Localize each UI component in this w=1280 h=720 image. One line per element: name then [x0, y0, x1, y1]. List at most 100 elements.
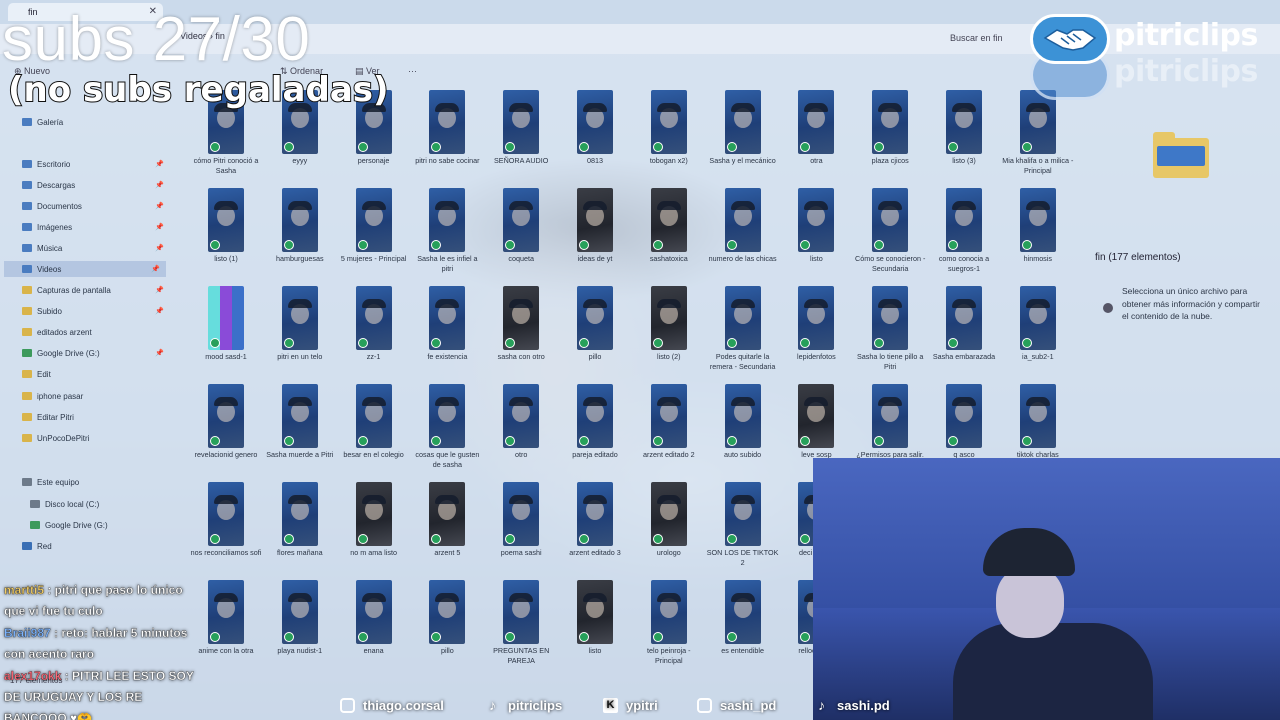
- file-item[interactable]: sashatoxica: [633, 188, 705, 284]
- file-item[interactable]: Sasha y el mecánico: [707, 90, 779, 186]
- file-name: urologo: [656, 548, 681, 557]
- file-item[interactable]: ideas de yt: [559, 188, 631, 284]
- file-item[interactable]: playa nudist-1: [264, 580, 336, 676]
- file-item[interactable]: auto subido: [707, 384, 779, 480]
- file-item[interactable]: plaza cjicos: [854, 90, 926, 186]
- file-name: arzent editado 3: [569, 548, 621, 557]
- file-item[interactable]: hamburguesas: [264, 188, 336, 284]
- sidebar-item[interactable]: Documentos 📌: [22, 198, 170, 214]
- file-item[interactable]: listo: [559, 580, 631, 676]
- file-name: pillo: [440, 646, 454, 655]
- sidebar-item-label: editados arzent: [37, 327, 92, 337]
- sidebar-item[interactable]: Música 📌: [22, 240, 170, 256]
- file-item[interactable]: no m ama listo: [338, 482, 410, 578]
- sidebar-item[interactable]: Descargas 📌: [22, 177, 170, 193]
- thumbnail-cap: [730, 103, 755, 112]
- file-item[interactable]: Sasha le es infiel a pitri: [411, 188, 483, 284]
- file-item[interactable]: fe existencia: [411, 286, 483, 382]
- search-input[interactable]: Buscar en fin: [950, 33, 1003, 43]
- file-item[interactable]: pareja editado: [559, 384, 631, 480]
- file-item[interactable]: arzent 5: [411, 482, 483, 578]
- file-item[interactable]: numero de las chicas: [707, 188, 779, 284]
- file-item[interactable]: cosas que le gusten de sasha: [411, 384, 483, 480]
- gallery-icon: [22, 118, 32, 126]
- file-item[interactable]: enana: [338, 580, 410, 676]
- sidebar-item[interactable]: editados arzent: [22, 324, 170, 340]
- file-item[interactable]: flores mañana: [264, 482, 336, 578]
- sidebar-item[interactable]: UnPocoDePitri: [22, 430, 170, 446]
- file-item[interactable]: pitri no sabe cocinar: [411, 90, 483, 186]
- file-name: ideas de yt: [577, 254, 613, 263]
- file-item[interactable]: listo (3): [928, 90, 1000, 186]
- file-item[interactable]: Sasha muerde a Pitri: [264, 384, 336, 480]
- file-item[interactable]: 0813: [559, 90, 631, 186]
- sidebar-item[interactable]: Google Drive (G:): [30, 517, 178, 533]
- sidebar-item[interactable]: iphone pasar: [22, 388, 170, 404]
- sidebar-item[interactable]: Imágenes 📌: [22, 219, 170, 235]
- file-item[interactable]: besar en el colegio: [338, 384, 410, 480]
- file-item[interactable]: PREGUNTAS EN PAREJA: [485, 580, 557, 676]
- file-item[interactable]: Mia khalifa o a milica - Principal: [1002, 90, 1074, 186]
- sidebar-item[interactable]: Este equipo: [22, 474, 170, 490]
- sidebar-item[interactable]: Videos 📌: [4, 261, 166, 277]
- file-item[interactable]: nos reconciliamos sofi: [190, 482, 262, 578]
- sidebar-item[interactable]: Edit: [22, 366, 170, 382]
- file-item[interactable]: pitri en un telo: [264, 286, 336, 382]
- file-item[interactable]: zz-1: [338, 286, 410, 382]
- file-item[interactable]: SEÑORA AUDIO: [485, 90, 557, 186]
- file-item[interactable]: arzent editado 3: [559, 482, 631, 578]
- file-item[interactable]: sasha con otro: [485, 286, 557, 382]
- sidebar-item[interactable]: Disco local (C:): [30, 496, 178, 512]
- file-item[interactable]: telo peinroja - Principal: [633, 580, 705, 676]
- sidebar-item[interactable]: Capturas de pantalla 📌: [22, 282, 170, 298]
- file-item[interactable]: arzent editado 2: [633, 384, 705, 480]
- file-item[interactable]: urologo: [633, 482, 705, 578]
- chat-username: Braii987: [4, 626, 51, 640]
- file-item[interactable]: otra: [780, 90, 852, 186]
- thumbnail-cap: [656, 593, 681, 602]
- social-handle-text: ypitri: [626, 698, 658, 713]
- file-item[interactable]: pillo: [559, 286, 631, 382]
- file-item[interactable]: listo (2): [633, 286, 705, 382]
- thumbnail-cap: [730, 593, 755, 602]
- file-item[interactable]: Sasha embarazada: [928, 286, 1000, 382]
- pin-icon: 📌: [155, 224, 164, 231]
- sidebar-item[interactable]: Subido 📌: [22, 303, 170, 319]
- synced-check-icon: [948, 142, 958, 152]
- file-item[interactable]: ia_sub2-1: [1002, 286, 1074, 382]
- thumbnail-cap: [583, 495, 607, 504]
- file-item[interactable]: listo (1): [190, 188, 262, 284]
- file-item[interactable]: poema sashi: [485, 482, 557, 578]
- file-item[interactable]: pillo: [411, 580, 483, 676]
- sidebar-item[interactable]: Red: [22, 538, 170, 554]
- sidebar-item[interactable]: Escritorio 📌: [22, 156, 170, 172]
- file-item[interactable]: lepidenfotos: [780, 286, 852, 382]
- file-item[interactable]: Sasha lo tiene pillo a Pitri: [854, 286, 926, 382]
- synced-check-icon: [210, 534, 220, 544]
- desktop-icon: [22, 160, 32, 168]
- file-item[interactable]: Cómo se conocieron - Secundaria: [854, 188, 926, 284]
- file-name: es entendible: [721, 646, 764, 655]
- file-item[interactable]: hinmosis: [1002, 188, 1074, 284]
- file-name: 0813: [587, 156, 603, 165]
- file-item[interactable]: otro: [485, 384, 557, 480]
- sidebar-item[interactable]: Galería: [22, 114, 170, 130]
- folder-icon: [22, 307, 32, 315]
- file-item[interactable]: es entendible: [707, 580, 779, 676]
- file-item[interactable]: mood sasd-1: [190, 286, 262, 382]
- file-item[interactable]: tobogan x2): [633, 90, 705, 186]
- sidebar-item-label: UnPocoDePitri: [37, 433, 90, 443]
- file-item[interactable]: 5 mujeres - Principal: [338, 188, 410, 284]
- synced-check-icon: [652, 534, 663, 544]
- file-item[interactable]: revelacionid genero: [190, 384, 262, 480]
- file-item[interactable]: Podes quitarle la remera - Secundaria: [707, 286, 779, 382]
- file-item[interactable]: como conocia a suegros-1: [928, 188, 1000, 284]
- file-item[interactable]: listo: [780, 188, 852, 284]
- file-item[interactable]: SON LOS DE TIKTOK 2: [707, 482, 779, 578]
- sidebar-item[interactable]: Google Drive (G:) 📌: [22, 345, 170, 361]
- file-item[interactable]: coqueta: [485, 188, 557, 284]
- more-button[interactable]: ···: [408, 66, 417, 76]
- synced-check-icon: [1021, 240, 1032, 250]
- sidebar-item[interactable]: Editar Pitri: [22, 409, 170, 425]
- file-name: no m ama listo: [350, 548, 397, 557]
